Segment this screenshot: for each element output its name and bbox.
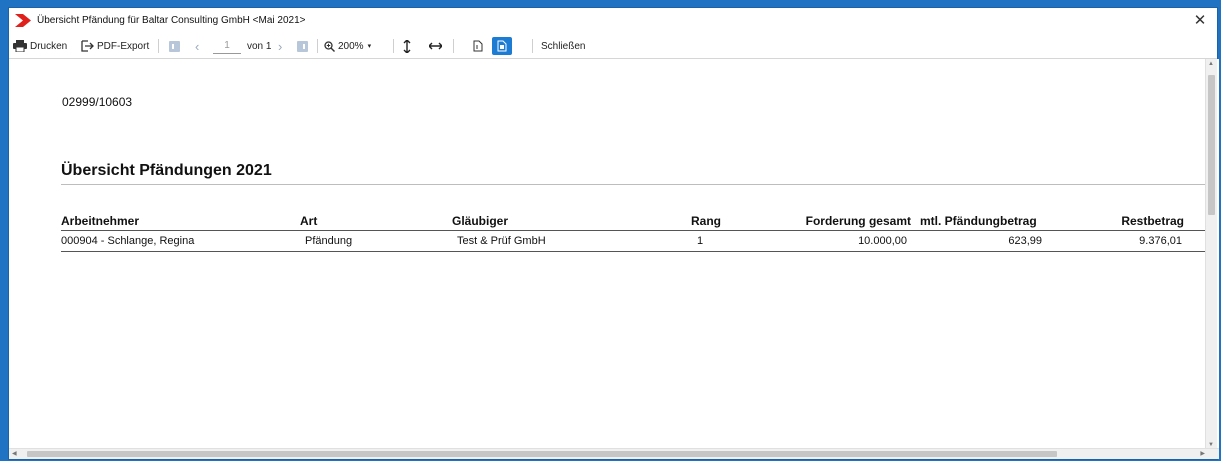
horizontal-scrollbar[interactable]: ◀ ▶ bbox=[9, 448, 1219, 459]
close-report-button[interactable]: Schließen bbox=[541, 34, 585, 58]
previous-page-button[interactable]: ‹ bbox=[195, 34, 199, 58]
single-page-icon bbox=[473, 40, 483, 52]
app-logo-icon bbox=[15, 14, 31, 32]
toolbar-separator bbox=[158, 39, 159, 53]
window-title: Übersicht Pfändung für Baltar Consulting… bbox=[37, 15, 306, 26]
print-button[interactable]: Drucken bbox=[13, 34, 67, 58]
horizontal-arrows-icon bbox=[429, 42, 442, 50]
pdf-export-label: PDF-Export bbox=[97, 40, 150, 52]
column-header-total-claim: Forderung gesamt bbox=[805, 214, 911, 228]
toolbar-separator bbox=[532, 39, 533, 53]
page-of-label: von 1 bbox=[247, 40, 272, 52]
cell-remaining: 9.376,01 bbox=[1139, 235, 1182, 247]
cell-employee: 000904 - Schlange, Regina bbox=[61, 235, 195, 247]
page-count: von 1 bbox=[247, 34, 271, 58]
column-header-rank: Rang bbox=[691, 214, 721, 228]
page-number-field[interactable] bbox=[213, 34, 241, 58]
cell-creditor: Test & Prüf GmbH bbox=[457, 235, 546, 247]
scroll-left-icon[interactable]: ◀ bbox=[12, 450, 17, 457]
title-bar: Übersicht Pfändung für Baltar Consulting… bbox=[9, 8, 1217, 34]
scroll-up-icon[interactable]: ▲ bbox=[1208, 61, 1214, 67]
next-page-button[interactable]: › bbox=[278, 34, 282, 58]
vertical-scroll-thumb[interactable] bbox=[1208, 75, 1215, 215]
fit-page-width-button[interactable] bbox=[429, 34, 442, 58]
report-viewer-window: Übersicht Pfändung für Baltar Consulting… bbox=[8, 7, 1219, 460]
column-header-creditor: Gläubiger bbox=[452, 214, 509, 228]
row-divider bbox=[61, 251, 1207, 252]
cell-monthly-amount: 623,99 bbox=[1008, 235, 1042, 247]
toolbar-separator bbox=[317, 39, 318, 53]
zoom-value: 200% bbox=[338, 40, 364, 52]
page-number-input[interactable] bbox=[213, 38, 241, 54]
report-title: Übersicht Pfändungen 2021 bbox=[61, 162, 272, 179]
first-page-icon bbox=[169, 40, 180, 52]
last-page-button[interactable] bbox=[297, 34, 308, 58]
chevron-left-icon: ‹ bbox=[195, 38, 200, 54]
report-page: 02999/10603 Übersicht Pfändungen 2021 Ar… bbox=[9, 59, 1219, 450]
cell-type: Pfändung bbox=[305, 235, 353, 247]
close-window-button[interactable]: ✕ bbox=[1191, 12, 1209, 30]
vertical-scrollbar[interactable]: ▲ ▼ bbox=[1205, 59, 1217, 450]
cell-rank: 1 bbox=[697, 235, 704, 247]
document-id: 02999/10603 bbox=[62, 95, 133, 109]
header-divider bbox=[61, 230, 1207, 231]
column-header-monthly-amount: mtl. Pfändungbetrag bbox=[920, 214, 1037, 228]
column-header-remaining: Restbetrag bbox=[1121, 214, 1184, 228]
cell-total-claim: 10.000,00 bbox=[858, 235, 907, 247]
toolbar: Drucken PDF-Export ‹ von 1 › 200% ▾ bbox=[9, 34, 1217, 59]
zoom-dropdown[interactable]: 200% ▾ bbox=[324, 34, 371, 58]
scroll-right-icon[interactable]: ▶ bbox=[1200, 450, 1205, 457]
first-page-button[interactable] bbox=[169, 34, 180, 58]
close-report-label: Schließen bbox=[541, 40, 586, 52]
toolbar-separator bbox=[453, 39, 454, 53]
horizontal-scroll-thumb[interactable] bbox=[27, 451, 1057, 457]
vertical-arrows-icon bbox=[403, 39, 411, 53]
column-header-employee: Arbeitnehmer bbox=[61, 214, 140, 228]
export-icon bbox=[81, 40, 94, 52]
pdf-export-button[interactable]: PDF-Export bbox=[81, 34, 149, 58]
fit-page-height-button[interactable] bbox=[403, 34, 411, 58]
toolbar-separator bbox=[393, 39, 394, 53]
zoom-icon bbox=[324, 40, 335, 52]
print-label: Drucken bbox=[30, 40, 68, 52]
whole-page-icon bbox=[497, 40, 507, 52]
whole-page-view-toggle[interactable] bbox=[492, 37, 512, 55]
whole-page-view-button[interactable] bbox=[492, 34, 512, 58]
chevron-right-icon: › bbox=[278, 38, 283, 54]
title-divider bbox=[61, 184, 1207, 185]
printer-icon bbox=[13, 40, 27, 52]
dropdown-arrow-icon: ▾ bbox=[367, 43, 372, 50]
column-header-type: Art bbox=[300, 214, 318, 228]
single-page-view-button[interactable] bbox=[473, 34, 483, 58]
last-page-icon bbox=[297, 40, 308, 52]
